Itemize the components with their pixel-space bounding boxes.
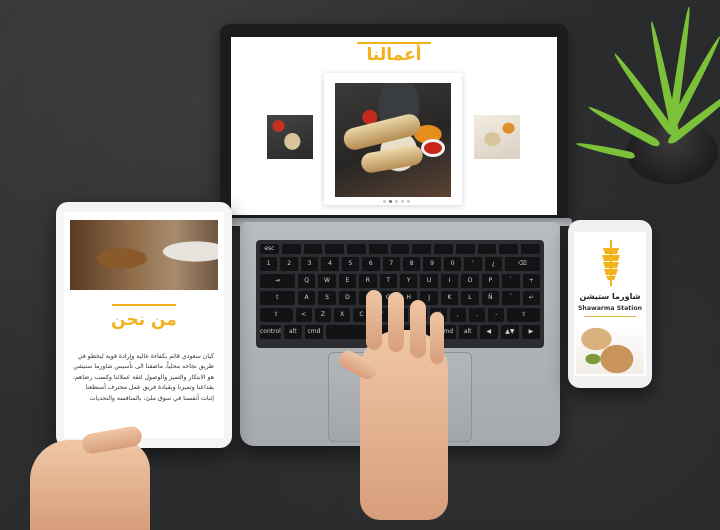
key-backspace[interactable]: ⌫ <box>505 257 540 271</box>
key[interactable]: . <box>468 308 486 322</box>
key[interactable]: 1 <box>260 257 278 271</box>
key[interactable]: 3 <box>300 257 319 271</box>
key[interactable]: L <box>461 291 479 305</box>
key[interactable]: + <box>522 274 540 288</box>
key[interactable]: ` <box>502 274 520 288</box>
key-tab[interactable]: ⇥ <box>260 274 295 288</box>
laptop-screen: أعمالنا <box>231 37 557 215</box>
key[interactable] <box>325 244 345 254</box>
key[interactable]: 5 <box>341 257 360 271</box>
key-arrow-right[interactable]: ▶ <box>521 325 541 339</box>
key[interactable]: - <box>488 308 505 322</box>
key[interactable]: 6 <box>362 257 380 271</box>
key[interactable] <box>281 244 301 254</box>
key[interactable]: I <box>440 274 459 288</box>
key[interactable]: P <box>481 274 500 288</box>
brand-name-english: Shawarma Station <box>577 305 643 312</box>
key[interactable]: Z <box>314 308 332 322</box>
key[interactable]: Ñ <box>481 291 500 305</box>
food-photo <box>576 324 644 374</box>
carousel-dot[interactable] <box>401 200 404 203</box>
key-arrow-left[interactable]: ◀ <box>479 325 498 339</box>
brand-rule <box>584 316 636 317</box>
carousel-dot[interactable] <box>407 200 410 203</box>
key[interactable]: X <box>334 308 351 322</box>
tablet-screen: من نحن كيان سعودي قائم بكفاءة عالية وإرا… <box>64 212 224 438</box>
key[interactable] <box>303 244 323 254</box>
key[interactable]: U <box>420 274 438 288</box>
about-text: كيان سعودي قائم بكفاءة عالية وإرادة قوية… <box>72 353 214 402</box>
key[interactable]: S <box>318 291 336 305</box>
chef-photo <box>70 220 218 290</box>
key[interactable] <box>347 244 366 254</box>
key[interactable]: 9 <box>423 257 441 271</box>
sauce-bowl <box>421 139 445 157</box>
key[interactable]: 0 <box>443 257 462 271</box>
carousel-dots <box>383 200 410 203</box>
key[interactable]: esc <box>260 244 279 254</box>
brand-name-arabic: شاورما ستيشن <box>579 292 641 301</box>
key-control[interactable]: control <box>260 325 281 339</box>
key[interactable] <box>412 244 432 254</box>
key[interactable]: ' <box>464 257 482 271</box>
about-heading: من نحن <box>111 310 177 330</box>
key[interactable] <box>477 244 497 254</box>
key[interactable]: K <box>440 291 459 305</box>
key[interactable] <box>521 244 540 254</box>
key[interactable]: 4 <box>321 257 339 271</box>
section-title: أعمالنا <box>366 45 422 65</box>
carousel-dot-active[interactable] <box>389 200 392 203</box>
key[interactable]: R <box>359 274 377 288</box>
key[interactable] <box>499 244 519 254</box>
carousel-dot[interactable] <box>383 200 386 203</box>
key[interactable]: O <box>461 274 479 288</box>
key[interactable]: , <box>449 308 466 322</box>
key[interactable] <box>455 244 475 254</box>
heading-rule <box>112 304 176 306</box>
key-shift[interactable]: ⇧ <box>507 308 540 322</box>
key[interactable]: A <box>297 291 316 305</box>
key-arrow-updown[interactable]: ▲▼ <box>500 325 519 339</box>
shawarma-spit-icon <box>602 240 620 286</box>
key[interactable]: E <box>338 274 357 288</box>
key[interactable]: 8 <box>402 257 421 271</box>
phone-screen: شاورما ستيشن Shawarma Station <box>574 232 646 376</box>
title-rule <box>357 42 431 44</box>
key[interactable]: W <box>318 274 336 288</box>
key[interactable]: 2 <box>280 257 298 271</box>
key-alt[interactable]: alt <box>458 325 477 339</box>
key-cmd[interactable]: cmd <box>304 325 323 339</box>
key[interactable]: Q <box>297 274 316 288</box>
carousel-thumb-right[interactable] <box>474 115 520 159</box>
key[interactable]: ¿ <box>484 257 503 271</box>
key-enter[interactable]: ↵ <box>522 291 540 305</box>
key[interactable]: D <box>338 291 357 305</box>
key-caps-lock[interactable]: ⇪ <box>260 291 295 305</box>
key[interactable] <box>434 244 453 254</box>
carousel-thumb-left[interactable] <box>267 115 313 159</box>
key[interactable]: 7 <box>382 257 400 271</box>
key[interactable] <box>368 244 388 254</box>
key[interactable]: Y <box>399 274 418 288</box>
key[interactable]: < <box>295 308 312 322</box>
key-shift[interactable]: ⇧ <box>260 308 293 322</box>
key[interactable]: ´ <box>502 291 520 305</box>
carousel-dot[interactable] <box>395 200 398 203</box>
key[interactable]: T <box>379 274 397 288</box>
key-alt[interactable]: alt <box>283 325 302 339</box>
key[interactable] <box>390 244 410 254</box>
